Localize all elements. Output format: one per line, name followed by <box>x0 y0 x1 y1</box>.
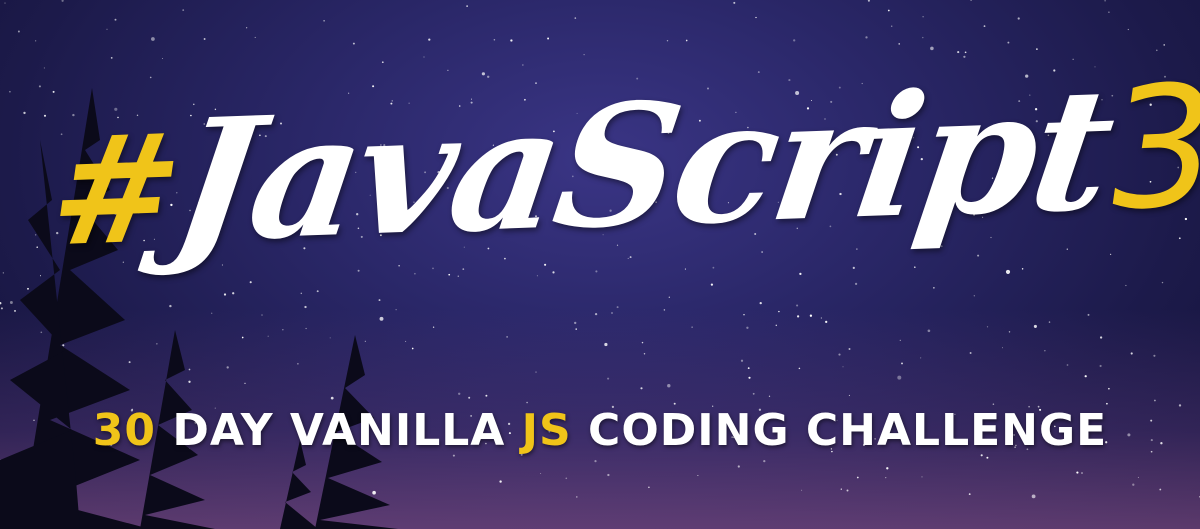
tagline-js: JS <box>521 405 572 456</box>
tagline-part2: CODING CHALLENGE <box>571 405 1108 456</box>
javascript30-logo: #JavaScript30 <box>36 45 1200 316</box>
tagline-number: 30 <box>92 405 157 456</box>
logo-word: JavaScript <box>162 49 1122 281</box>
tagline-part1: DAY VANILLA <box>156 405 522 456</box>
tagline: 30 DAY VANILLA JS CODING CHALLENGE <box>0 405 1200 456</box>
hero-banner: #JavaScript30 30 DAY VANILLA JS CODING C… <box>0 0 1200 529</box>
